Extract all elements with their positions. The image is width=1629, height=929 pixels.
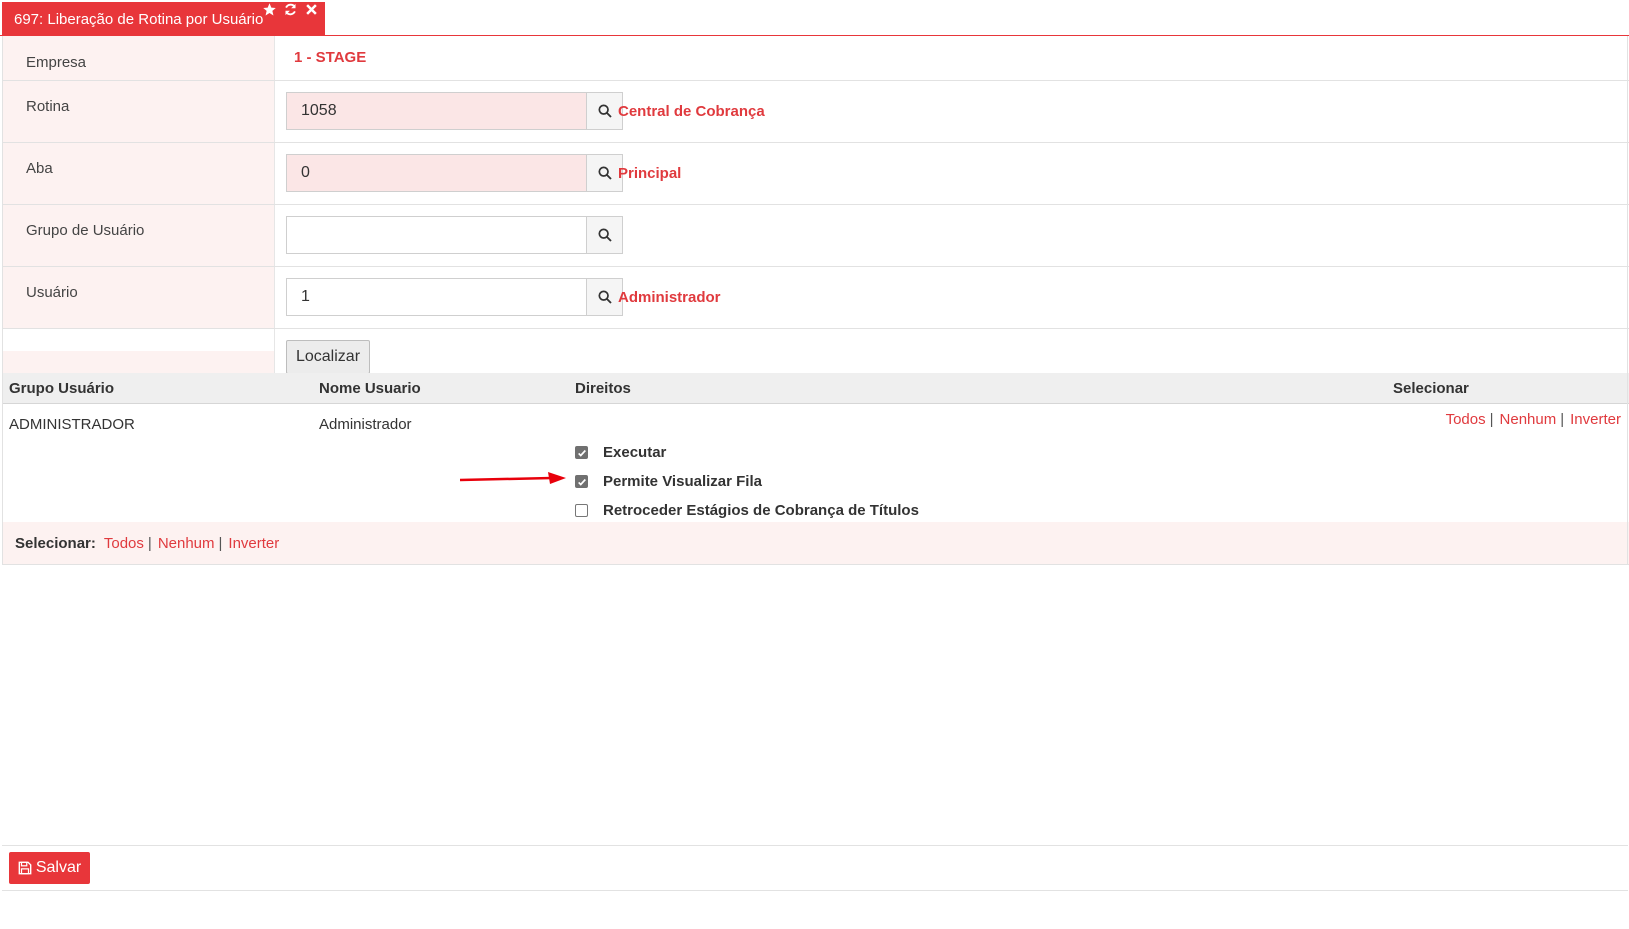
separator: | (147, 534, 152, 552)
header-grupo-usuario: Grupo Usuário (9, 380, 115, 397)
footer-select-label: Selecionar: (15, 534, 96, 552)
tab-title: 697: Liberação de Rotina por Usuário (14, 10, 264, 28)
table-header: Grupo Usuário Nome Usuario Direitos Sele… (3, 373, 1629, 404)
rotina-input[interactable] (286, 92, 586, 130)
footer-select-nenhum-link[interactable]: Nenhum (158, 535, 215, 552)
checkbox-executar[interactable] (575, 446, 588, 459)
checkbox-retroceder[interactable] (575, 504, 588, 517)
separator: | (218, 534, 223, 552)
grupo-usuario-input[interactable] (286, 216, 586, 254)
cell-grupo-usuario: ADMINISTRADOR (9, 416, 135, 433)
star-icon[interactable] (262, 2, 277, 17)
grupo-usuario-search-button[interactable] (586, 216, 623, 254)
header-direitos: Direitos (575, 380, 631, 397)
filter-form: Empresa 1 - STAGE Rotina Central de Cobr… (3, 36, 1629, 387)
tab-icons (262, 2, 319, 17)
save-label: Salvar (35, 859, 82, 876)
search-icon (597, 228, 612, 242)
aba-description: Principal (618, 165, 682, 182)
rotina-description: Central de Cobrança (618, 103, 765, 120)
footer-select-links: Todos | Nenhum | Inverter (104, 535, 279, 552)
right-label-executar: Executar (603, 444, 667, 461)
check-icon (577, 478, 586, 486)
grupo-usuario-input-group (286, 216, 623, 254)
aba-label: Aba (3, 143, 275, 204)
row-select-nenhum-link[interactable]: Nenhum (1500, 411, 1557, 428)
header-nome-usuario: Nome Usuario (319, 380, 421, 397)
localizar-button[interactable]: Localizar (286, 340, 370, 374)
rotina-input-group (286, 92, 623, 130)
empresa-value: 1 - STAGE (294, 49, 367, 66)
footer-select-bar: Selecionar: Todos | Nenhum | Inverter (3, 522, 1629, 565)
save-button[interactable]: Salvar (9, 852, 90, 884)
header-selecionar: Selecionar (1393, 380, 1469, 397)
tab-bar: 697: Liberação de Rotina por Usuário (0, 0, 1629, 36)
search-icon (597, 104, 612, 118)
usuario-label: Usuário (3, 267, 275, 328)
results-table: Grupo Usuário Nome Usuario Direitos Sele… (3, 373, 1629, 565)
search-icon (597, 290, 612, 304)
separator: | (1489, 411, 1494, 428)
search-icon (597, 166, 612, 180)
row-usuario: Usuário Administrador (3, 267, 1629, 329)
refresh-icon[interactable] (283, 2, 298, 17)
checkbox-visualizar-fila[interactable] (575, 475, 588, 488)
separator: | (1560, 411, 1565, 428)
cell-nome-usuario: Administrador (319, 416, 412, 433)
right-label-visualizar-fila: Permite Visualizar Fila (603, 473, 762, 490)
usuario-input-group (286, 278, 623, 316)
right-label-retroceder: Retroceder Estágios de Cobrança de Títul… (603, 502, 919, 519)
rights-list: Executar Permite Visualizar Fila Retroce… (575, 438, 919, 525)
check-icon (577, 449, 586, 457)
row-rotina: Rotina Central de Cobrança (3, 81, 1629, 143)
usuario-description: Administrador (618, 289, 721, 306)
bottom-toolbar: Salvar (2, 845, 1628, 891)
row-select-inverter-link[interactable]: Inverter (1570, 411, 1621, 428)
aba-input-group (286, 154, 623, 192)
annotation-arrow-icon (460, 472, 566, 484)
row-grupo-usuario: Grupo de Usuário (3, 205, 1629, 267)
table-row: ADMINISTRADOR Administrador Executar Per… (3, 404, 1629, 522)
save-icon (18, 861, 32, 875)
close-icon[interactable] (304, 2, 319, 17)
row-select-links: Todos | Nenhum | Inverter (1446, 411, 1621, 428)
footer-select-inverter-link[interactable]: Inverter (228, 535, 279, 552)
aba-input[interactable] (286, 154, 586, 192)
right-item-visualizar-fila: Permite Visualizar Fila (575, 467, 919, 496)
usuario-input[interactable] (286, 278, 586, 316)
row-select-todos-link[interactable]: Todos (1446, 411, 1486, 428)
grupo-usuario-label: Grupo de Usuário (3, 205, 275, 266)
footer-select-todos-link[interactable]: Todos (104, 535, 144, 552)
rotina-label: Rotina (3, 81, 275, 142)
right-item-executar: Executar (575, 438, 919, 467)
row-empresa: Empresa 1 - STAGE (3, 36, 1629, 81)
empresa-label: Empresa (3, 36, 275, 80)
row-aba: Aba Principal (3, 143, 1629, 205)
right-item-retroceder: Retroceder Estágios de Cobrança de Títul… (575, 496, 919, 525)
